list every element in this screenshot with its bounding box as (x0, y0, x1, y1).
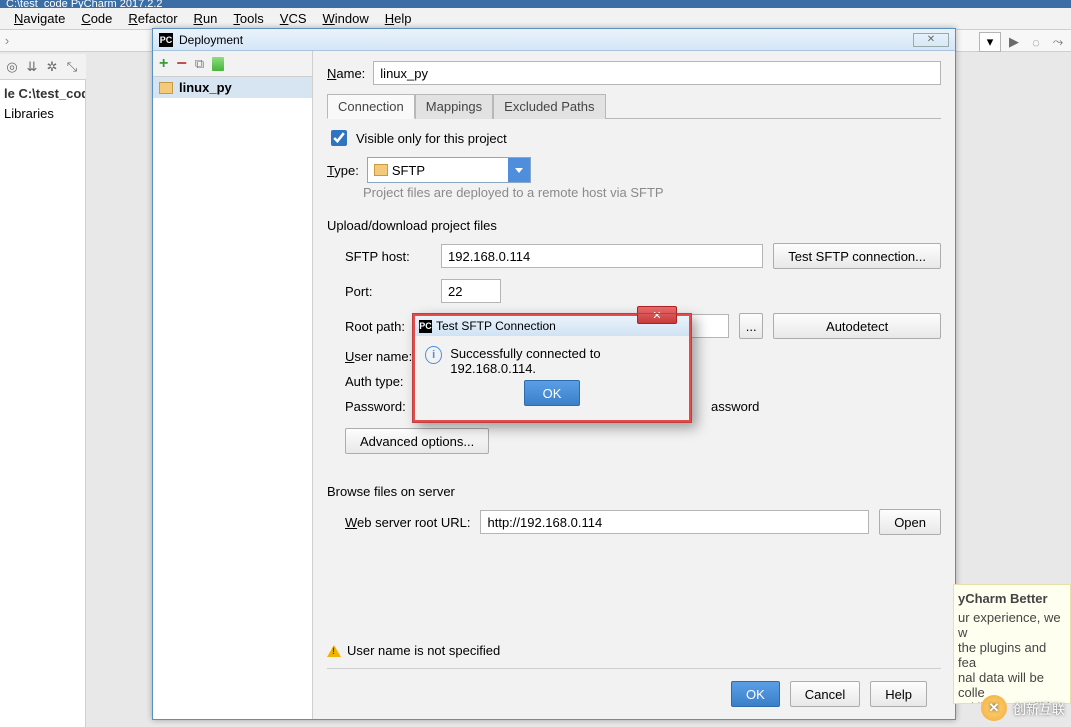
popup-close-button[interactable]: ✕ (637, 306, 677, 324)
web-root-label: Web server root URL: (345, 515, 470, 530)
root-path-browse-button[interactable]: ... (739, 313, 763, 339)
menu-help[interactable]: Help (379, 9, 418, 28)
type-select[interactable]: SFTP (367, 157, 531, 183)
open-button[interactable]: Open (879, 509, 941, 535)
watermark-text: 创新互联 (1013, 699, 1065, 718)
run-config-combo[interactable]: ▾ (979, 32, 1001, 52)
tree-root[interactable]: le C:\test_code (2, 84, 83, 104)
pycharm-icon: PC (159, 33, 173, 47)
tab-excluded-paths[interactable]: Excluded Paths (493, 94, 605, 119)
servers-toolbar: + − ⧉ (153, 51, 312, 77)
hide-icon[interactable]: ⤡ (64, 59, 80, 75)
collapse-icon[interactable]: ⇊ (24, 59, 40, 75)
remove-server-button[interactable]: − (176, 53, 187, 74)
settings-tabs: Connection Mappings Excluded Paths (327, 93, 941, 119)
transfer-icon[interactable] (212, 57, 224, 71)
test-connection-popup: ✕ PC Test SFTP Connection i Successfully… (412, 313, 692, 423)
project-tree[interactable]: le C:\test_code Libraries (0, 80, 86, 727)
chevron-down-icon (515, 168, 523, 173)
warning-row: User name is not specified (327, 637, 941, 669)
debug-step-icon[interactable]: ⤳ (1049, 33, 1067, 51)
project-toolbar: ◎ ⇊ ✲ ⤡ (0, 54, 86, 80)
copy-server-button[interactable]: ⧉ (195, 56, 204, 72)
servers-list[interactable]: linux_py (153, 77, 312, 719)
chevron-right-icon: › (0, 33, 14, 48)
server-item-linux_py[interactable]: linux_py (153, 77, 312, 98)
dialog-title: Deployment (179, 33, 907, 47)
web-root-input[interactable] (480, 510, 869, 534)
tip-line: ur experience, we w (958, 610, 1066, 640)
gear-icon[interactable]: ✲ (44, 59, 60, 75)
menu-window[interactable]: Window (317, 9, 375, 28)
run-controls: ▾ ▶ ◌ ⤳ (979, 32, 1067, 52)
server-icon (159, 82, 173, 94)
add-server-button[interactable]: + (159, 55, 168, 73)
popup-message: Successfully connected to 192.168.0.114. (450, 346, 679, 376)
cancel-button[interactable]: Cancel (790, 681, 860, 707)
visible-only-checkbox[interactable] (331, 130, 347, 146)
main-menu: Navigate Code Refactor Run Tools VCS Win… (0, 8, 1071, 30)
help-button[interactable]: Help (870, 681, 927, 707)
warning-text: User name is not specified (347, 643, 500, 658)
app-titlebar: C:\test_code PyCharm 2017.2.2 (0, 0, 1071, 8)
advanced-options-button[interactable]: Advanced options... (345, 428, 489, 454)
menu-run[interactable]: Run (188, 9, 224, 28)
target-icon[interactable]: ◎ (4, 59, 20, 75)
name-input[interactable] (373, 61, 941, 85)
info-icon: i (425, 346, 442, 364)
tab-mappings[interactable]: Mappings (415, 94, 493, 119)
sftp-host-input[interactable] (441, 244, 763, 268)
watermark: ✕ 创新互联 (981, 695, 1065, 721)
browse-section-header: Browse files on server (327, 484, 941, 499)
dialog-button-row: OK Cancel Help (327, 669, 941, 719)
port-input[interactable] (441, 279, 501, 303)
ok-button[interactable]: OK (731, 681, 780, 707)
tab-connection[interactable]: Connection (327, 94, 415, 119)
type-label: Type: (327, 163, 359, 178)
menu-code[interactable]: Code (75, 9, 118, 28)
popup-ok-button[interactable]: OK (524, 380, 580, 406)
run-icon[interactable]: ▶ (1005, 33, 1023, 51)
sftp-host-label: SFTP host: (345, 249, 431, 264)
warning-icon (327, 645, 341, 657)
type-dropdown-button[interactable] (508, 158, 530, 182)
name-label: Name: (327, 66, 365, 81)
save-password-label-partial: assword (711, 399, 759, 414)
debug-icon[interactable]: ◌ (1027, 33, 1045, 51)
visible-only-label: Visible only for this project (356, 131, 507, 146)
tip-panel: yCharm Better ur experience, we w the pl… (953, 584, 1071, 704)
tree-libraries[interactable]: Libraries (2, 104, 83, 124)
upload-section-header: Upload/download project files (327, 218, 941, 233)
port-label: Port: (345, 284, 431, 299)
folder-icon (374, 164, 388, 176)
autodetect-button[interactable]: Autodetect (773, 313, 941, 339)
type-value: SFTP (392, 163, 425, 178)
menu-tools[interactable]: Tools (227, 9, 269, 28)
tip-header: yCharm Better (958, 591, 1066, 606)
test-connection-button[interactable]: Test SFTP connection... (773, 243, 941, 269)
pycharm-icon: PC (419, 320, 432, 333)
server-item-label: linux_py (179, 80, 232, 95)
tip-line: the plugins and fea (958, 640, 1066, 670)
watermark-icon: ✕ (981, 695, 1007, 721)
servers-list-pane: + − ⧉ linux_py (153, 51, 313, 719)
dialog-close-button[interactable]: ✕ (913, 33, 949, 47)
menu-vcs[interactable]: VCS (274, 9, 313, 28)
dialog-titlebar[interactable]: PC Deployment ✕ (153, 29, 955, 51)
menu-navigate[interactable]: Navigate (8, 9, 71, 28)
menu-refactor[interactable]: Refactor (122, 9, 183, 28)
type-hint: Project files are deployed to a remote h… (363, 185, 941, 200)
